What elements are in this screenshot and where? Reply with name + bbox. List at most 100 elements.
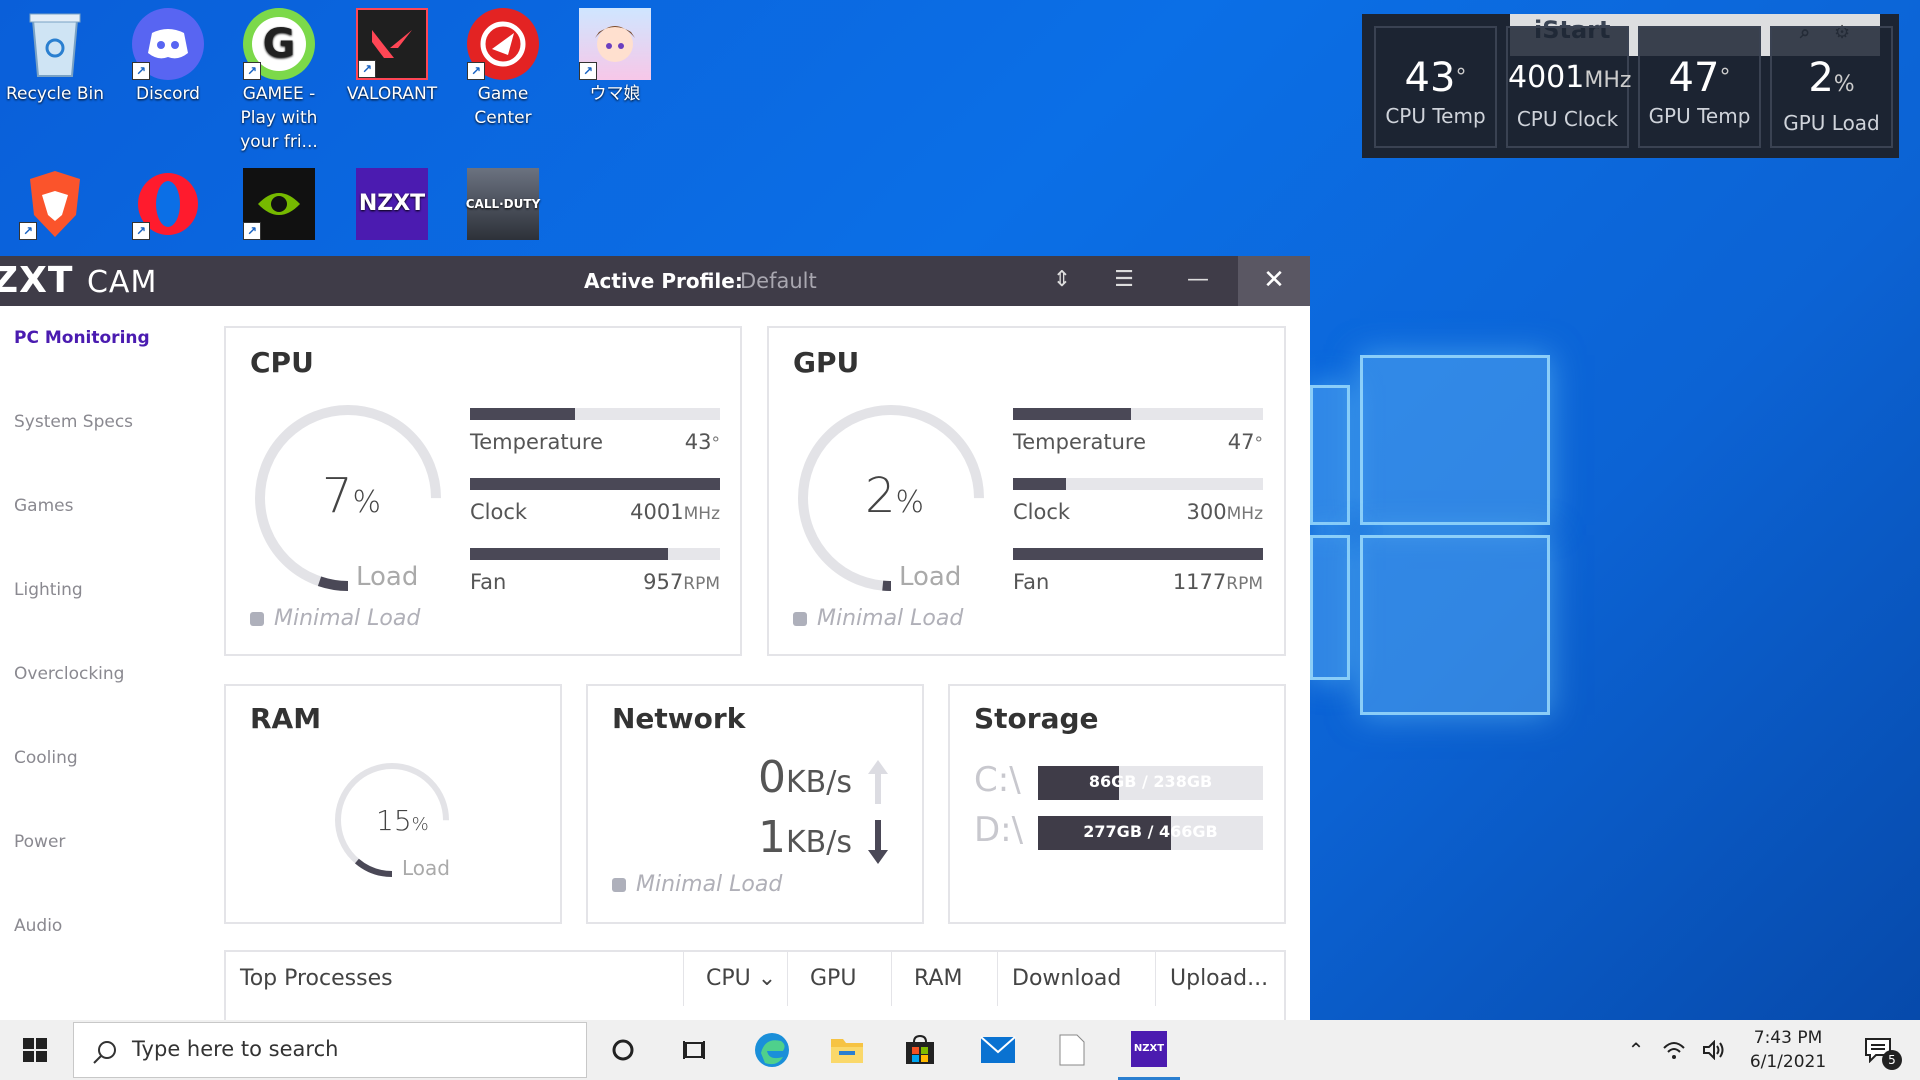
istart-cpu-temp: 43° CPU Temp <box>1374 26 1497 148</box>
store-taskbar-button[interactable] <box>890 1020 950 1080</box>
network-card: Network 0KB/s 1KB/s Minimal Load <box>586 684 924 924</box>
shortcut-arrow-icon: ↗ <box>579 62 597 80</box>
minimize-button[interactable]: — <box>1168 256 1228 306</box>
network-upload: 0KB/s <box>652 752 852 803</box>
recycle-bin-icon <box>19 8 91 80</box>
cortana-button[interactable] <box>593 1020 653 1080</box>
close-button[interactable]: ✕ <box>1238 256 1310 306</box>
cpu-metric-clock: Clock 4001MHz <box>470 478 720 524</box>
sidebar-item-audio[interactable]: Audio <box>0 894 210 978</box>
file-taskbar-button[interactable] <box>1042 1020 1102 1080</box>
edge-taskbar-button[interactable] <box>742 1020 802 1080</box>
unit: RPM <box>1226 574 1263 594</box>
sidebar-item-cooling[interactable]: Cooling <box>0 726 210 810</box>
shortcut-arrow-icon: ↗ <box>19 222 37 240</box>
volume-button[interactable] <box>1696 1020 1732 1080</box>
blank-file-icon <box>1059 1034 1085 1066</box>
sidebar-item-power[interactable]: Power <box>0 810 210 894</box>
desktop-icon-call-of-duty[interactable]: CALL·DUTY <box>453 162 553 242</box>
desktop-icon-geforce[interactable]: ↗ <box>229 162 329 242</box>
desktop-icon-nzxt-cam[interactable]: NZXT <box>342 162 442 242</box>
gpu-load-value: 2 <box>1808 55 1834 101</box>
metric-value: 300 <box>1186 500 1227 524</box>
desktop-icon-valorant[interactable]: ↗ VALORANT <box>342 2 442 106</box>
cpu-temp-value: 43 <box>1404 55 1456 101</box>
gpu-load-value: 2% <box>865 468 924 524</box>
nzxt-taskbar-button[interactable]: NZXT <box>1118 1020 1180 1080</box>
unit: ° <box>1719 65 1731 90</box>
start-button[interactable] <box>5 1020 65 1080</box>
notifications-button[interactable]: 5 <box>1848 1020 1908 1080</box>
unit: % <box>895 485 925 520</box>
desktop-icon-recycle-bin[interactable]: Recycle Bin <box>5 2 105 106</box>
metric-value: 1177 <box>1172 570 1227 594</box>
umamusume-icon: ↗ <box>579 8 651 80</box>
ram-card: RAM 15% Load <box>224 684 562 924</box>
search-icon <box>93 1041 116 1064</box>
cam-titlebar[interactable]: ZXT CAM Active Profile: Default ⇕ ☰ — ✕ <box>0 256 1310 306</box>
taskbar-clock[interactable]: 7:43 PM 6/1/2021 <box>1748 1026 1828 1074</box>
desktop-icon-label: ウマ娘 <box>589 84 641 104</box>
edge-icon <box>755 1033 789 1067</box>
drive-d-label: D:\ <box>974 810 1024 850</box>
header-download[interactable]: Download <box>998 952 1156 1006</box>
desktop-icon-umamusume[interactable]: ↗ ウマ娘 <box>565 2 665 106</box>
wifi-icon <box>1663 1042 1685 1059</box>
desktop-icon-label: Discord <box>136 84 200 104</box>
sidebar-item-pc-monitoring[interactable]: PC Monitoring <box>0 306 210 390</box>
desktop-icon-brave[interactable]: ↗ <box>5 162 105 242</box>
sidebar-item-games[interactable]: Games <box>0 474 210 558</box>
desktop-icon-discord[interactable]: ↗ Discord <box>118 2 218 106</box>
profile-switch-arrows-icon[interactable]: ⇕ <box>1032 256 1092 306</box>
cpu-load-value: 7% <box>322 468 381 524</box>
network-wifi-button[interactable] <box>1656 1020 1692 1080</box>
folder-icon <box>831 1039 863 1063</box>
unit: KB/s <box>786 765 852 800</box>
cpu-card: CPU 7% Load Minimal Load Temperature 43° … <box>224 326 742 656</box>
shortcut-arrow-icon: ↗ <box>358 60 376 78</box>
istart-cpu-clock: 4001MHz CPU Clock <box>1506 26 1631 148</box>
logo-light: CAM <box>86 265 158 300</box>
nzxt-logo: ZXT CAM <box>0 260 157 301</box>
storage-card: Storage C:\ 86GB / 238GB D:\ 277GB / 466… <box>948 684 1286 924</box>
cpu-metric-temperature: Temperature 43° <box>470 408 720 454</box>
status-square-icon <box>612 878 626 892</box>
desktop-icon-label: VALORANT <box>346 84 438 104</box>
download-arrow-icon <box>868 820 888 864</box>
header-gpu[interactable]: GPU <box>788 952 892 1006</box>
gpu-load-label: GPU Load <box>1783 111 1880 135</box>
sidebar-item-overclocking[interactable]: Overclocking <box>0 642 210 726</box>
file-explorer-taskbar-button[interactable] <box>817 1020 877 1080</box>
notification-count-badge: 5 <box>1882 1050 1902 1070</box>
chevron-up-icon[interactable]: ⌃ <box>1616 1020 1656 1080</box>
task-view-button[interactable] <box>665 1020 725 1080</box>
header-upload[interactable]: Upload... <box>1156 952 1284 1006</box>
sidebar-item-lighting[interactable]: Lighting <box>0 558 210 642</box>
gpu-temp-value: 47 <box>1668 55 1720 101</box>
menu-icon[interactable]: ☰ <box>1094 256 1154 306</box>
network-title: Network <box>612 702 746 735</box>
network-status-text: Minimal Load <box>636 872 783 897</box>
unit: KB/s <box>786 825 852 860</box>
cortana-icon <box>612 1039 634 1061</box>
opera-icon: ↗ <box>132 168 204 240</box>
gpu-metric-temperature: Temperature 47° <box>1013 408 1263 454</box>
active-profile-label: Active Profile: <box>584 269 743 293</box>
desktop-icon-opera[interactable]: ↗ <box>118 162 218 242</box>
taskbar-search-box[interactable]: Type here to search <box>73 1022 587 1078</box>
header-cpu[interactable]: CPU ⌄ <box>684 952 788 1006</box>
shortcut-arrow-icon: ↗ <box>132 222 150 240</box>
metric-label: Clock <box>470 500 528 524</box>
desktop-icon-gamee[interactable]: G ↗ GAMEE - Play with your fri... <box>229 2 329 154</box>
mail-taskbar-button[interactable] <box>968 1020 1028 1080</box>
active-profile-value[interactable]: Default <box>740 269 817 293</box>
desktop-icon-game-center[interactable]: ↗ Game Center <box>453 2 553 130</box>
discord-icon: ↗ <box>132 8 204 80</box>
sidebar-item-system-specs[interactable]: System Specs <box>0 390 210 474</box>
network-download: 1KB/s <box>652 812 852 863</box>
gpu-load-number: 2 <box>865 468 896 524</box>
geforce-icon: ↗ <box>243 168 315 240</box>
gpu-title: GPU <box>793 346 860 379</box>
cpu-metric-fan: Fan 957RPM <box>470 548 720 594</box>
header-ram[interactable]: RAM <box>892 952 998 1006</box>
